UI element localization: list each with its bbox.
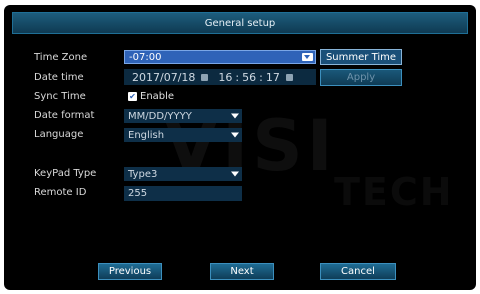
chevron-down-icon	[231, 132, 239, 138]
time-zone-value: -07:00	[129, 51, 162, 63]
chevron-down-icon	[231, 113, 239, 119]
next-button[interactable]: Next	[210, 263, 274, 280]
title-bar: General setup	[12, 12, 468, 34]
checkbox-check-icon[interactable]: ✔	[128, 92, 137, 101]
apply-button[interactable]: Apply	[320, 69, 402, 86]
page-title: General setup	[204, 17, 276, 29]
remote-id-input[interactable]: 255	[124, 186, 242, 201]
date-format-label: Date format	[34, 110, 95, 121]
sync-enable-label: Enable	[140, 91, 175, 102]
hour-value[interactable]: 16	[218, 71, 232, 84]
date-format-value: MM/DD/YYYY	[128, 110, 192, 122]
calendar-icon	[201, 73, 209, 81]
chevron-down-icon	[231, 171, 239, 177]
clock-icon	[285, 73, 293, 81]
language-label: Language	[34, 129, 84, 140]
date-time-field[interactable]: 2017/07/18 16 : 56 : 17	[124, 69, 316, 85]
time-zone-label: Time Zone	[34, 52, 88, 63]
second-value[interactable]: 17	[266, 71, 280, 84]
time-zone-select[interactable]: -07:00	[124, 50, 316, 64]
date-format-select[interactable]: MM/DD/YYYY	[124, 109, 242, 123]
summer-time-button[interactable]: Summer Time	[320, 49, 402, 65]
language-value: English	[128, 129, 165, 141]
sync-time-checkbox[interactable]: ✔ Enable	[128, 91, 174, 102]
chevron-down-icon	[302, 53, 313, 61]
cancel-button[interactable]: Cancel	[320, 263, 396, 280]
setup-screen: General setup VISI TECH Time Zone -07:00…	[4, 5, 476, 290]
remote-id-label: Remote ID	[34, 187, 87, 198]
keypad-type-value: Type3	[128, 168, 158, 180]
date-value: 2017/07/18	[132, 70, 196, 84]
keypad-type-label: KeyPad Type	[34, 168, 97, 179]
previous-button[interactable]: Previous	[98, 263, 162, 280]
keypad-type-select[interactable]: Type3	[124, 167, 242, 181]
language-select[interactable]: English	[124, 128, 242, 142]
watermark-sub: TECH	[334, 170, 454, 214]
minute-value[interactable]: 56	[242, 71, 256, 84]
sync-time-label: Sync Time	[34, 91, 86, 102]
remote-id-value: 255	[128, 188, 148, 199]
date-time-label: Date time	[34, 72, 84, 83]
